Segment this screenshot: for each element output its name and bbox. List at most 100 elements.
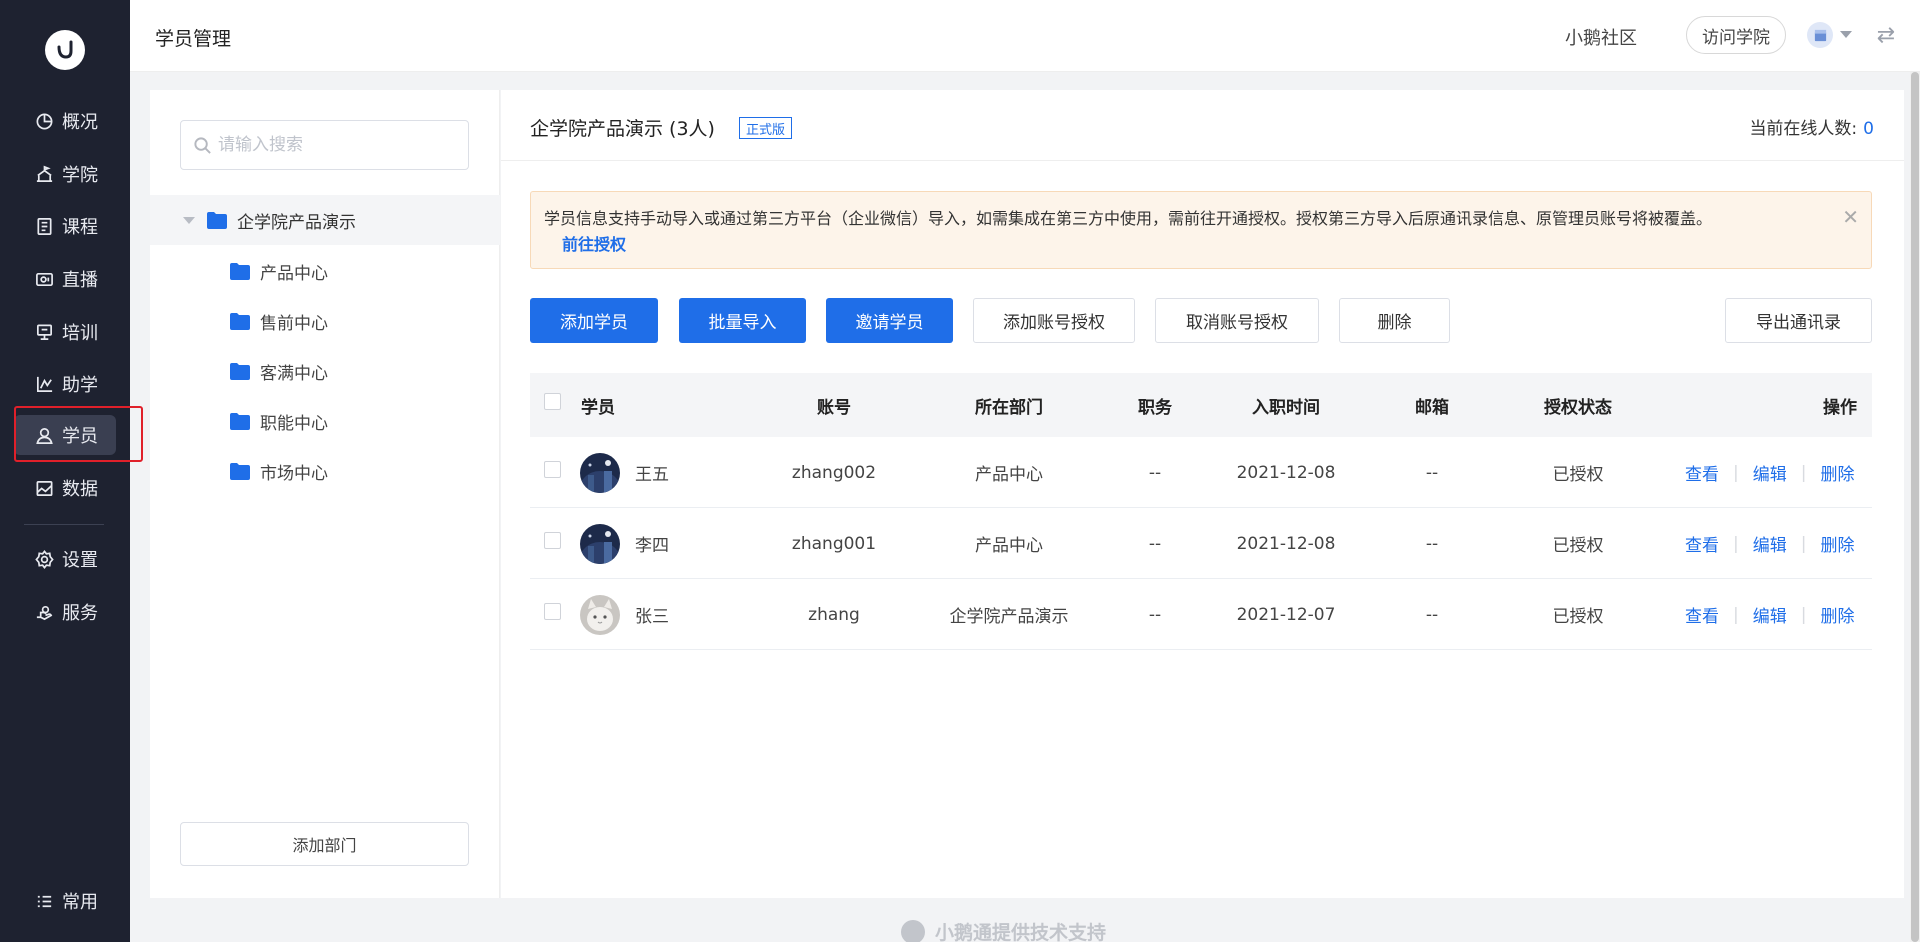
student-name: 王五 [635, 465, 669, 485]
nav-item-student[interactable]: 学员 [14, 415, 116, 455]
auth-status-cell: 已授权 [1552, 607, 1604, 627]
close-icon[interactable]: ✕ [1842, 204, 1859, 230]
student-name: 张三 [635, 607, 669, 627]
store-icon[interactable] [1807, 22, 1833, 48]
dept-search-box[interactable] [180, 120, 469, 170]
separator: | [1800, 462, 1807, 483]
tree-item[interactable]: 产品中心 [150, 246, 500, 296]
actions-cell: 查看 | 编辑 | 删除 [1685, 579, 1854, 650]
delete-button[interactable]: 删除 [1339, 298, 1450, 343]
edit-link[interactable]: 编辑 [1753, 602, 1787, 627]
nav-label: 学院 [62, 165, 98, 186]
delete-link[interactable]: 删除 [1820, 460, 1854, 485]
col-auth-status: 授权状态 [1544, 397, 1612, 418]
edit-link[interactable]: 编辑 [1753, 531, 1787, 556]
study-aid-icon [34, 374, 54, 394]
go-authorize-link[interactable]: 前往授权 [562, 232, 626, 258]
actions-cell: 查看 | 编辑 | 删除 [1685, 437, 1854, 508]
view-link[interactable]: 查看 [1685, 460, 1719, 485]
switch-icon[interactable]: ⇄ [1873, 22, 1899, 48]
student-icon [34, 425, 54, 445]
tree-item[interactable]: 售前中心 [150, 296, 500, 346]
tree-item[interactable]: 市场中心 [150, 446, 500, 496]
add-account-auth-button[interactable]: 添加账号授权 [973, 298, 1135, 343]
position-cell: -- [1148, 533, 1162, 554]
service-icon [34, 602, 54, 622]
separator: | [1733, 604, 1739, 625]
caret-down-icon[interactable] [183, 216, 195, 224]
nav-label: 数据 [62, 479, 98, 500]
data-icon [34, 478, 54, 498]
dept-cell: 产品中心 [975, 465, 1043, 485]
nav-item-academy[interactable]: 学院 [14, 154, 116, 194]
nav-label: 服务 [62, 603, 98, 624]
nav-label: 概况 [62, 112, 98, 133]
email-cell: -- [1425, 462, 1439, 483]
nav-item-study-aid[interactable]: 助学 [14, 364, 116, 404]
nav-item-data[interactable]: 数据 [14, 468, 116, 508]
nav-item-live[interactable]: 直播 [14, 259, 116, 299]
nav-item-training[interactable]: 培训 [14, 312, 116, 352]
nav-label: 课程 [62, 217, 98, 238]
col-join-date: 入职时间 [1252, 397, 1320, 418]
view-link[interactable]: 查看 [1685, 602, 1719, 627]
col-actions: 操作 [1823, 397, 1857, 418]
footer-logo-icon [901, 919, 925, 942]
col-student: 学员 [581, 397, 615, 418]
scrollbar-thumb[interactable] [1911, 72, 1919, 942]
nav-item-common[interactable]: 常用 [14, 881, 116, 921]
chevron-down-icon[interactable] [1840, 31, 1852, 38]
online-number: 0 [1863, 119, 1874, 139]
app-logo[interactable] [45, 30, 85, 70]
cancel-account-auth-button[interactable]: 取消账号授权 [1155, 298, 1319, 343]
email-cell: -- [1425, 533, 1439, 554]
actions-cell: 查看 | 编辑 | 删除 [1685, 508, 1854, 579]
add-department-button[interactable]: 添加部门 [180, 822, 469, 866]
bulk-import-button[interactable]: 批量导入 [679, 298, 806, 343]
delete-link[interactable]: 删除 [1820, 602, 1854, 627]
nav-label: 直播 [62, 270, 98, 291]
separator: | [1800, 604, 1807, 625]
auth-status-cell: 已授权 [1552, 536, 1604, 556]
account-cell: zhang001 [791, 533, 877, 554]
invite-student-button[interactable]: 邀请学员 [826, 298, 953, 343]
separator: | [1733, 462, 1739, 483]
nav-item-settings[interactable]: 设置 [14, 539, 116, 579]
col-account: 账号 [817, 397, 851, 418]
table-row: 张三 zhang 企学院产品演示 -- 2021-12-07 -- 已授权 查看… [530, 579, 1872, 650]
online-count: 当前在线人数: 0 [1749, 114, 1874, 139]
student-list-panel: 企学院产品演示 (3人) 正式版 当前在线人数: 0 学员信息支持手动导入或通过第… [501, 90, 1904, 898]
position-cell: -- [1148, 604, 1162, 625]
row-checkbox[interactable] [544, 461, 561, 478]
academy-icon [34, 164, 54, 184]
row-checkbox[interactable] [544, 532, 561, 549]
edit-link[interactable]: 编辑 [1753, 460, 1787, 485]
settings-icon [34, 549, 54, 569]
tree-root-item[interactable]: 企学院产品演示 [150, 195, 500, 245]
nav-item-course[interactable]: 课程 [14, 206, 116, 246]
account-cell: zhang002 [791, 462, 877, 483]
select-all-checkbox[interactable] [544, 393, 561, 410]
dept-search-input[interactable] [218, 135, 458, 155]
footer-text: 小鹅通提供技术支持 [935, 922, 1107, 942]
tree-item[interactable]: 客满中心 [150, 346, 500, 396]
community-link[interactable]: 小鹅社区 [1565, 24, 1637, 50]
folder-icon [207, 211, 227, 229]
tree-item[interactable]: 职能中心 [150, 396, 500, 446]
search-icon [194, 136, 211, 154]
page-scrollbar[interactable] [1910, 72, 1920, 942]
export-contacts-button[interactable]: 导出通讯录 [1725, 298, 1872, 343]
nav-item-overview[interactable]: 概况 [14, 101, 116, 141]
folder-icon [230, 362, 250, 380]
nav-label: 培训 [62, 323, 98, 344]
view-link[interactable]: 查看 [1685, 531, 1719, 556]
add-student-button[interactable]: 添加学员 [530, 298, 658, 343]
department-panel: 企学院产品演示 产品中心 售前中心 客满中心 职能中心 市场中心 添加部门 [150, 90, 500, 898]
nav-item-service[interactable]: 服务 [14, 592, 116, 632]
row-checkbox[interactable] [544, 603, 561, 620]
page-title: 学员管理 [155, 28, 232, 50]
visit-academy-button[interactable]: 访问学院 [1686, 16, 1786, 54]
folder-icon [230, 412, 250, 430]
menu-icon [34, 891, 54, 911]
delete-link[interactable]: 删除 [1820, 531, 1854, 556]
